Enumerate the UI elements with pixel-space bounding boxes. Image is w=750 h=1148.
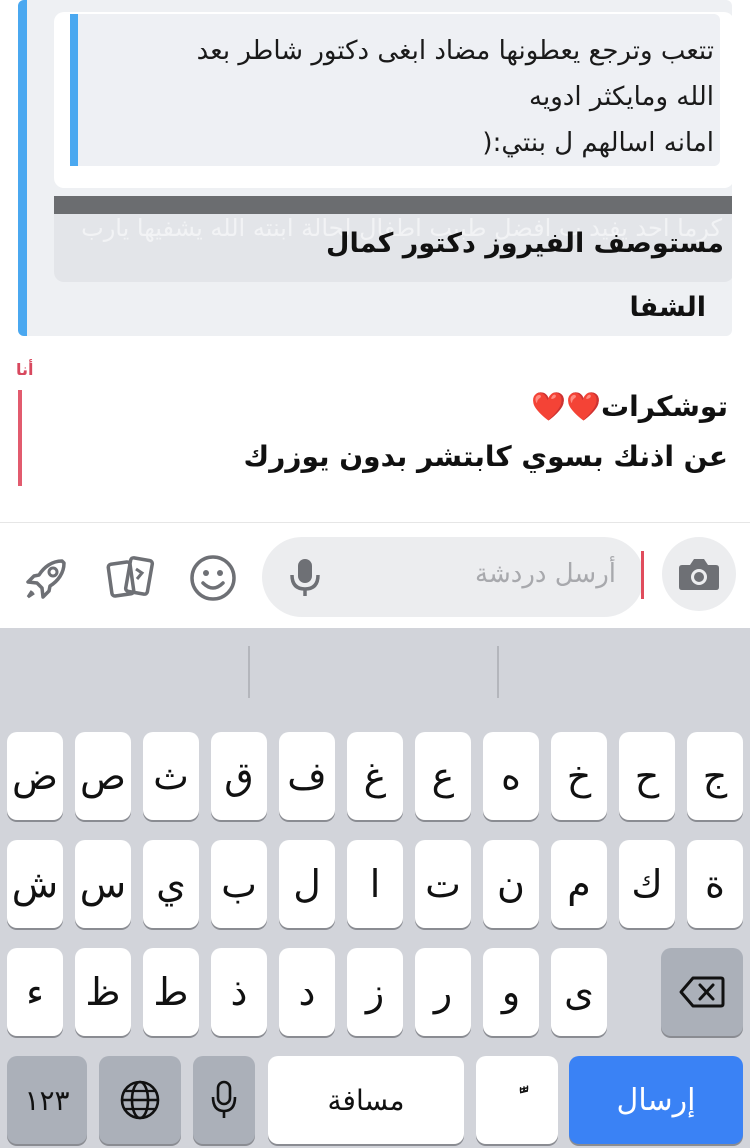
- my-message-line-1: توشكرات❤️❤️: [531, 390, 728, 423]
- backspace-icon: [679, 976, 725, 1008]
- text-cursor: [641, 551, 644, 599]
- key[interactable]: ث: [143, 732, 199, 820]
- camera-button[interactable]: [662, 537, 736, 611]
- my-message-line-2: عن اذنك بسوي كابتشر بدون يوزرك: [243, 440, 728, 473]
- numbers-key[interactable]: ١٢٣: [7, 1056, 87, 1144]
- key[interactable]: ح: [619, 732, 675, 820]
- quote-line-3: امانه اسالهم ل بنتي:(: [482, 128, 714, 158]
- key[interactable]: ض: [7, 732, 63, 820]
- mic-icon[interactable]: [288, 557, 322, 597]
- diacritic-key[interactable]: ًّ: [476, 1056, 558, 1144]
- key[interactable]: ل: [279, 840, 335, 928]
- key[interactable]: د: [279, 948, 335, 1036]
- nested-quote-box: تتعب وترجع يعطونها مضاد ابغى دكتور شاطر …: [70, 14, 720, 166]
- story-reply-card[interactable]: كرما احد يفيد ب افضل طبيب اطفال لحالة اب…: [54, 196, 732, 282]
- suggestion-divider: [497, 646, 499, 698]
- message-input[interactable]: أرسل دردشة: [262, 537, 644, 617]
- chat-area: تتعب وترجع يعطونها مضاد ابغى دكتور شاطر …: [0, 0, 750, 522]
- key[interactable]: ج: [687, 732, 743, 820]
- my-message[interactable]: توشكرات❤️❤️ عن اذنك بسوي كابتشر بدون يوز…: [18, 390, 732, 486]
- globe-icon: [120, 1080, 160, 1120]
- quote-tail-text: الشفا: [629, 292, 706, 323]
- key[interactable]: ز: [347, 948, 403, 1036]
- my-message-text: توشكرات: [600, 390, 728, 423]
- key[interactable]: ر: [415, 948, 471, 1036]
- quoted-message[interactable]: تتعب وترجع يعطونها مضاد ابغى دكتور شاطر …: [18, 0, 732, 336]
- nested-quote-text: تتعب وترجع يعطونها مضاد ابغى دكتور شاطر …: [94, 28, 714, 166]
- nested-quote-accent-bar: [70, 14, 78, 166]
- keyboard: ض ص ث ق ف غ ع ه خ ح ج ش س ي ب ل ا ت ن م …: [0, 628, 750, 1148]
- key[interactable]: ي: [143, 840, 199, 928]
- key[interactable]: ع: [415, 732, 471, 820]
- key[interactable]: ص: [75, 732, 131, 820]
- nested-quote: تتعب وترجع يعطونها مضاد ابغى دكتور شاطر …: [54, 12, 732, 188]
- input-placeholder: أرسل دردشة: [475, 559, 616, 589]
- key[interactable]: س: [75, 840, 131, 928]
- key[interactable]: ش: [7, 840, 63, 928]
- hearts-emoji: ❤️❤️: [531, 390, 601, 423]
- suggestion-divider: [248, 646, 250, 698]
- chat-input-bar: أرسل دردشة: [0, 522, 750, 628]
- cards-icon[interactable]: [106, 553, 156, 603]
- my-message-accent-bar: [18, 390, 22, 486]
- key[interactable]: ظ: [75, 948, 131, 1036]
- story-thumbnail-strip: [54, 196, 732, 214]
- key[interactable]: ك: [619, 840, 675, 928]
- rocket-icon[interactable]: [22, 553, 72, 603]
- quote-line-1: تتعب وترجع يعطونها مضاد ابغى دكتور شاطر …: [196, 36, 714, 66]
- key[interactable]: ن: [483, 840, 539, 928]
- key[interactable]: ا: [347, 840, 403, 928]
- key[interactable]: ء: [7, 948, 63, 1036]
- key[interactable]: ة: [687, 840, 743, 928]
- key[interactable]: ف: [279, 732, 335, 820]
- key[interactable]: ط: [143, 948, 199, 1036]
- send-key[interactable]: إرسال: [569, 1056, 743, 1144]
- key[interactable]: ت: [415, 840, 471, 928]
- key[interactable]: ق: [211, 732, 267, 820]
- key[interactable]: ى: [551, 948, 607, 1036]
- camera-icon: [679, 559, 719, 590]
- quote-accent-bar: [18, 0, 27, 336]
- key[interactable]: خ: [551, 732, 607, 820]
- key[interactable]: ب: [211, 840, 267, 928]
- key[interactable]: ذ: [211, 948, 267, 1036]
- smiley-icon[interactable]: [188, 553, 238, 603]
- dictation-key[interactable]: [193, 1056, 255, 1144]
- quote-line-2: الله ومايكثر ادويه: [529, 82, 714, 112]
- story-reply-text: مستوصف الفيروز دكتور كمال: [326, 228, 724, 259]
- key[interactable]: م: [551, 840, 607, 928]
- key[interactable]: ه: [483, 732, 539, 820]
- mic-icon: [211, 1080, 237, 1118]
- space-key[interactable]: مسافة: [268, 1056, 464, 1144]
- backspace-key[interactable]: [661, 948, 743, 1036]
- sender-label: أنا: [16, 360, 34, 379]
- key[interactable]: و: [483, 948, 539, 1036]
- key[interactable]: غ: [347, 732, 403, 820]
- globe-key[interactable]: [99, 1056, 181, 1144]
